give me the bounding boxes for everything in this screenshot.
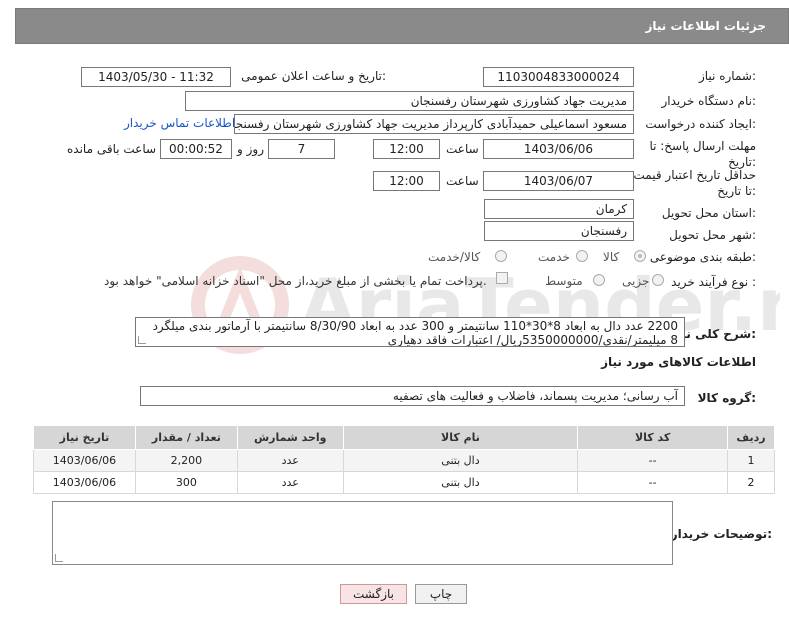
province-label: استان محل تحویل: [661,206,756,220]
back-button[interactable]: بازگشت [340,584,407,604]
col-goods-code: کد کالا [577,425,728,450]
deadline-time-label: ساعت [446,142,479,156]
requester-label: ایجاد کننده درخواست: [645,117,756,131]
price-validity-time-label: ساعت [446,174,479,188]
price-validity-date-field[interactable]: 1403/06/07 [483,171,634,191]
requester-field[interactable]: مسعود اسماعیلی حمیدآبادی کارپرداز مدیریت… [234,114,634,134]
category-goods-radio[interactable] [634,250,646,262]
page-title: جزئیات اطلاعات نیاز [645,19,766,33]
cell-code: -- [577,471,728,494]
buyer-contact-link[interactable]: اطلاعات تماس خریدار [124,116,235,130]
cell-name: دال بتنی [342,449,579,472]
announce-datetime-label: تاریخ و ساعت اعلان عمومی: [241,69,386,83]
col-quantity: تعداد / مقدار [134,425,238,450]
province-field[interactable]: کرمان [484,199,634,219]
cell-date: 1403/06/06 [33,471,136,494]
cell-qty: 300 [134,471,238,494]
goods-section-title: اطلاعات کالاهای مورد نیاز [601,355,756,369]
resize-handle-icon[interactable] [138,336,146,344]
category-both-radio[interactable] [495,250,507,262]
table-row[interactable]: 1403/06/06 300 عدد دال بتنی -- 2 [33,471,775,494]
price-validity-label: حداقل تاریخ اعتبار قیمت: تا تاریخ: [629,168,756,198]
deadline-days-field[interactable]: 7 [268,139,335,159]
goods-group-label: گروه کالا: [697,391,756,405]
cell-qty: 2,200 [134,449,238,472]
table-row[interactable]: 1403/06/06 2,200 عدد دال بتنی -- 1 [33,449,775,472]
buyer-org-label: نام دستگاه خریدار: [661,94,757,108]
need-number-label: شماره نیاز: [698,69,756,83]
description-text: 2200 عدد دال به ابعاد 8*30*110 سانتیمتر … [152,319,678,347]
process-label: نوع فرآیند خرید : [671,275,756,289]
cell-unit: عدد [236,471,344,494]
remaining-time-field[interactable]: 00:00:52 [160,139,232,159]
col-goods-name: نام کالا [342,425,579,450]
process-minor-label: جزیی [622,274,650,288]
remaining-time-label: ساعت باقی مانده [67,142,157,156]
treasury-payment-note: پرداخت تمام یا بخشی از مبلغ خرید،از محل … [104,274,487,288]
need-number-field[interactable]: 1103004833000024 [483,67,634,87]
process-medium-label: متوسط [545,274,583,288]
cell-name: دال بتنی [342,471,579,494]
deadline-time-field[interactable]: 12:00 [373,139,440,159]
deadline-label: مهلت ارسال پاسخ: تا تاریخ: [649,139,756,169]
city-label: شهر محل تحویل: [669,228,756,242]
category-label: طبقه بندی موضوعی: [649,250,756,264]
buyer-notes-label: توضیحات خریدار: [670,527,772,541]
cell-row: 1 [727,449,775,472]
cell-unit: عدد [236,449,344,472]
goods-table: تاریخ نیاز تعداد / مقدار واحد شمارش نام … [33,425,775,494]
cell-row: 2 [727,471,775,494]
col-need-date: تاریخ نیاز [33,425,136,450]
buyer-org-field[interactable]: مدیریت جهاد کشاورزی شهرستان رفسنجان [185,91,634,111]
resize-handle-icon[interactable] [55,554,63,562]
process-minor-radio[interactable] [652,274,664,286]
goods-group-field[interactable]: آب رسانی؛ مدیریت پسماند، فاضلاب و فعالیت… [140,386,685,406]
buyer-notes-textarea[interactable] [52,501,673,565]
description-textarea[interactable]: 2200 عدد دال به ابعاد 8*30*110 سانتیمتر … [135,317,685,347]
category-service-radio[interactable] [576,250,588,262]
col-unit: واحد شمارش [236,425,344,450]
cell-date: 1403/06/06 [33,449,136,472]
announce-datetime-field[interactable]: 1403/05/30 - 11:32 [81,67,231,87]
cell-code: -- [577,449,728,472]
deadline-days-label: روز و [237,142,264,156]
city-field[interactable]: رفسنجان [484,221,634,241]
col-row: ردیف [727,425,775,450]
category-both-label: کالا/خدمت [428,250,481,264]
treasury-payment-checkbox[interactable] [496,272,508,284]
panel-header: جزئیات اطلاعات نیاز [15,8,789,44]
category-goods-label: کالا [603,250,620,264]
deadline-date-field[interactable]: 1403/06/06 [483,139,634,159]
price-validity-time-field[interactable]: 12:00 [373,171,440,191]
print-button[interactable]: چاپ [415,584,467,604]
category-service-label: خدمت [538,250,570,264]
process-medium-radio[interactable] [593,274,605,286]
